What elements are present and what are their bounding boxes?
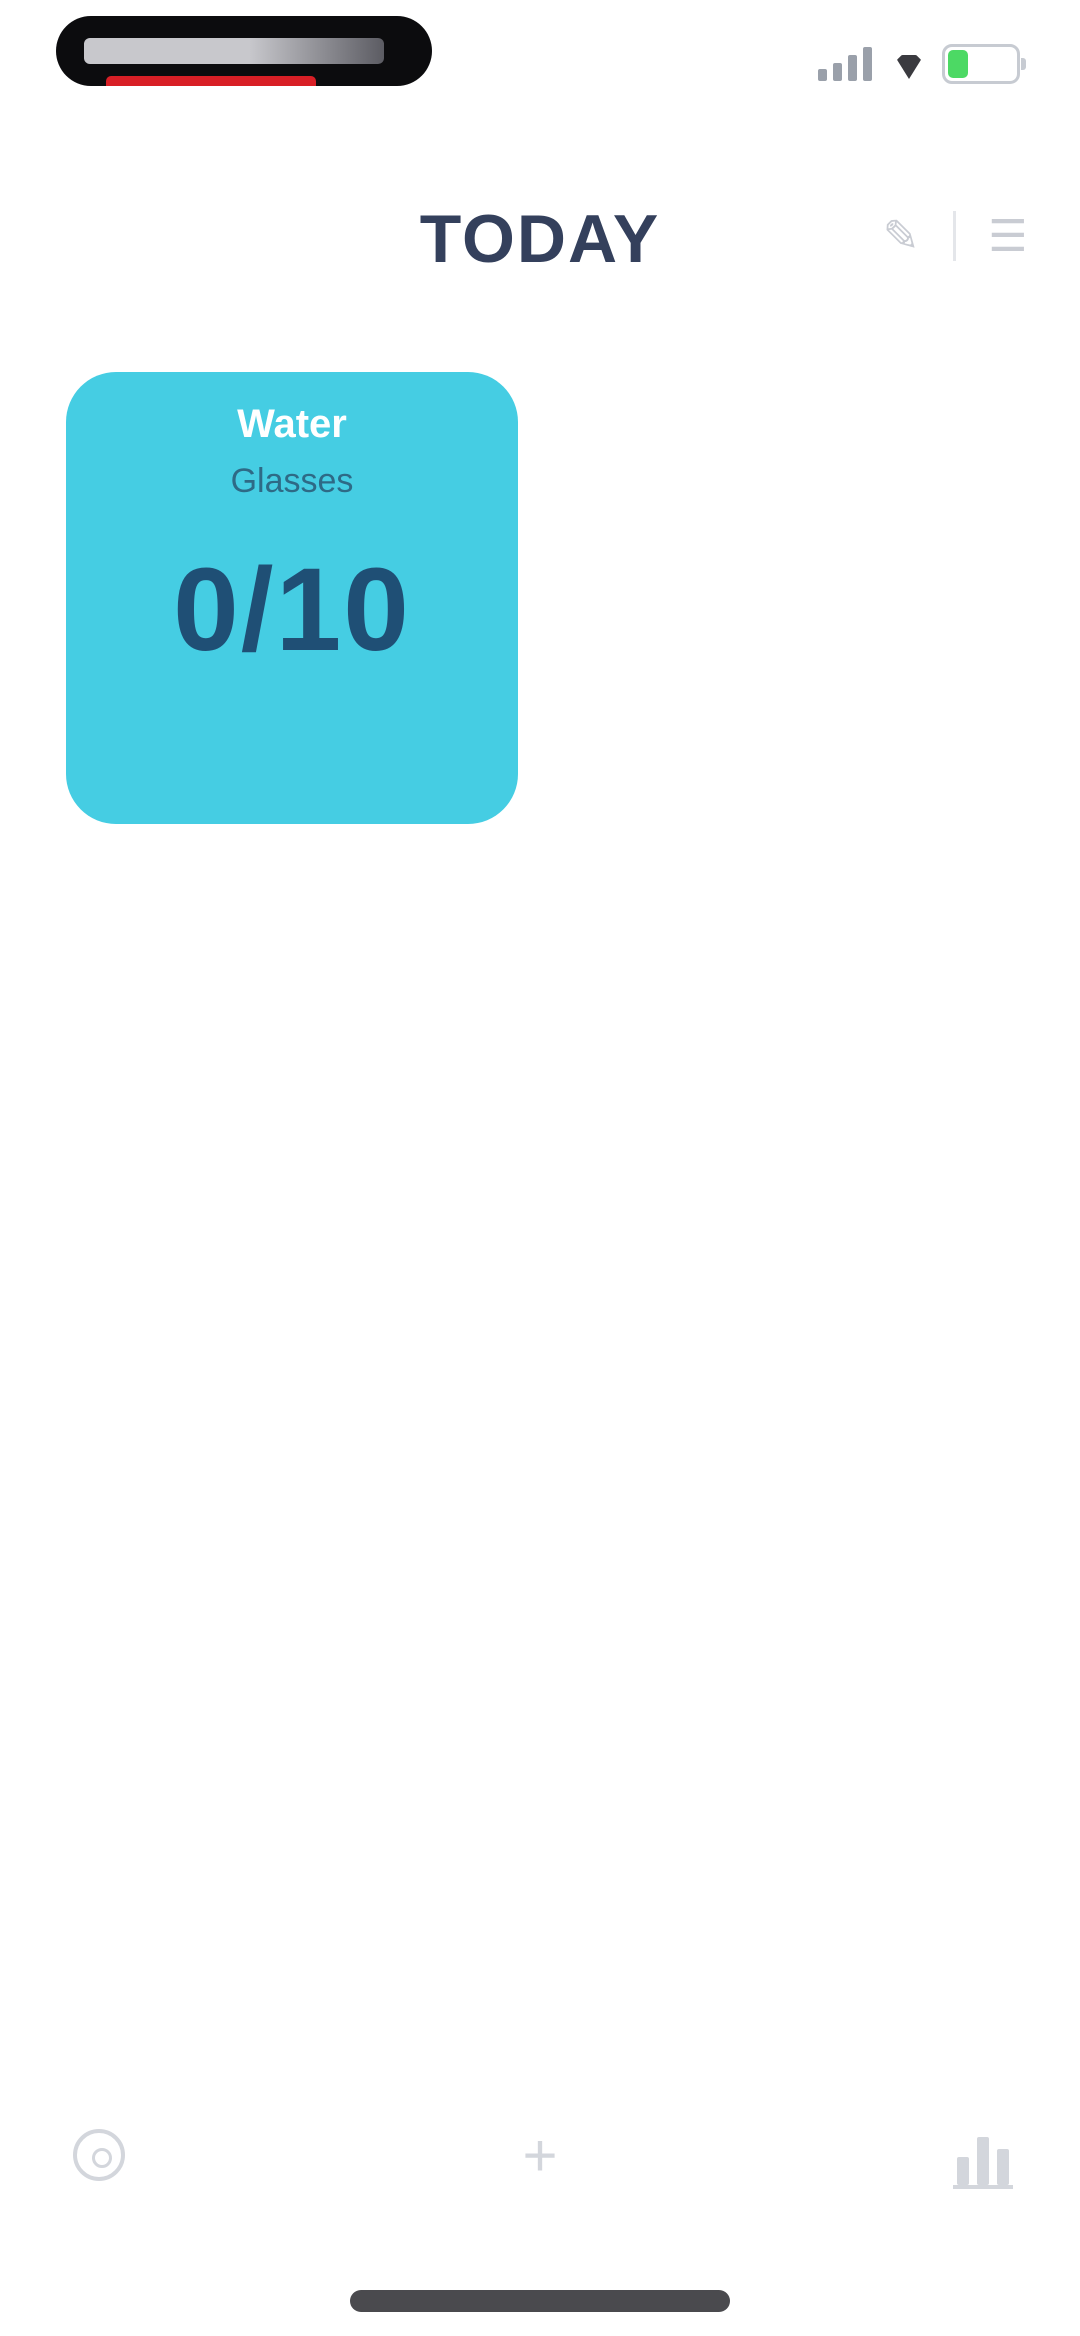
battery-level: [948, 50, 969, 78]
header-actions: ✎ ☰: [877, 210, 1032, 262]
menu-button[interactable]: ☰: [984, 210, 1032, 262]
settings-button[interactable]: [64, 2120, 134, 2190]
habit-unit: Glasses: [230, 462, 354, 500]
header-divider: [953, 211, 956, 261]
status-bar-icons: [818, 44, 1026, 84]
status-pill-indicator: [106, 76, 316, 86]
settings-icon: [73, 2129, 125, 2181]
status-pill-content: [84, 38, 384, 64]
edit-icon: ✎: [882, 211, 920, 261]
stats-button[interactable]: [948, 2120, 1018, 2190]
wifi-icon: [894, 49, 924, 79]
battery-icon: [942, 44, 1026, 84]
home-indicator[interactable]: [350, 2290, 730, 2312]
signal-icon: [818, 47, 876, 81]
menu-icon: ☰: [988, 211, 1028, 261]
habit-name: Water: [237, 402, 347, 446]
status-bar-app-pill: [56, 16, 432, 86]
habit-card[interactable]: Water Glasses 0/10: [66, 372, 518, 824]
habit-progress: 0/10: [173, 544, 411, 676]
add-habit-button[interactable]: +: [505, 2120, 575, 2190]
edit-button[interactable]: ✎: [877, 210, 925, 262]
add-icon: +: [522, 2121, 558, 2189]
stats-icon: [953, 2125, 1013, 2189]
bottom-toolbar: +: [0, 2080, 1080, 2200]
